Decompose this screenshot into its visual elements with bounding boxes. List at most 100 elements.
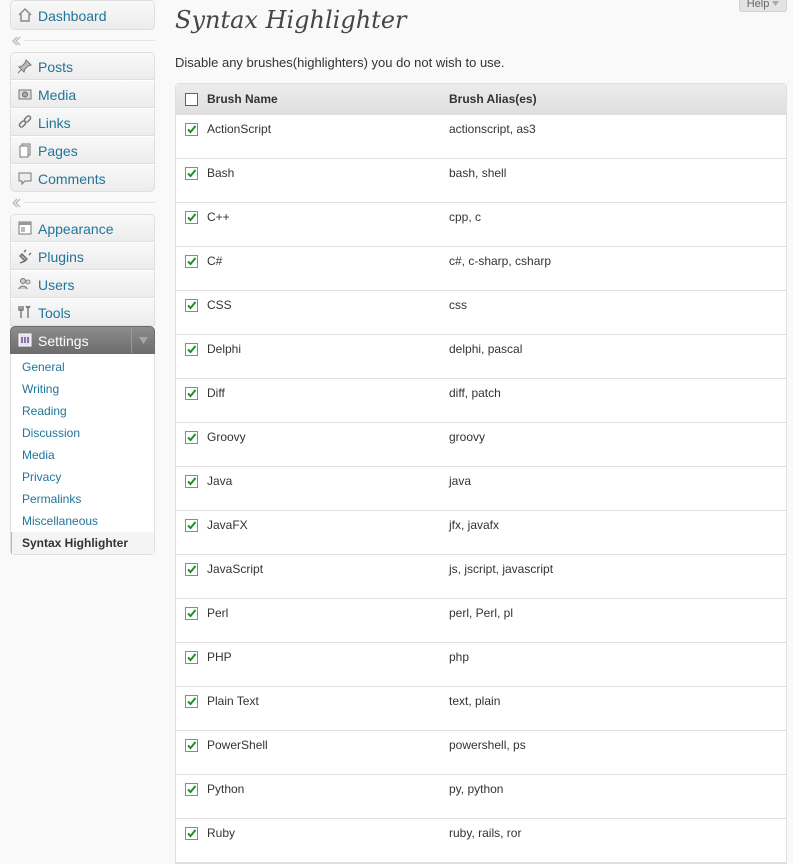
brush-checkbox[interactable] — [185, 519, 198, 532]
submenu-media[interactable]: Media — [11, 444, 154, 466]
table-body: ActionScript actionscript, as3 Bash bash, s… — [176, 115, 786, 863]
menu-plugins[interactable]: Plugins — [10, 242, 155, 270]
brush-checkbox[interactable] — [185, 475, 198, 488]
table-header: Brush Name Brush Alias(es) — [176, 84, 786, 115]
submenu-reading[interactable]: Reading — [11, 400, 154, 422]
table-row: Groovy groovy — [176, 423, 786, 467]
menu-separator[interactable] — [10, 192, 155, 214]
chain-link-icon — [17, 109, 33, 135]
menu-media[interactable]: Media — [10, 80, 155, 108]
brush-checkbox[interactable] — [185, 255, 198, 268]
brushes-table: Brush Name Brush Alias(es) ActionScript a… — [175, 83, 787, 864]
brush-alias: groovy — [449, 430, 486, 444]
collapse-arrows-icon — [12, 36, 21, 46]
brush-alias: text, plain — [449, 694, 501, 708]
menu-users[interactable]: Users — [10, 270, 155, 298]
table-row: PHP php — [176, 643, 786, 687]
checkmark-icon — [187, 477, 197, 486]
select-all-checkbox[interactable] — [185, 92, 198, 106]
table-row: JavaFX jfx, javafx — [176, 511, 786, 555]
brush-checkbox[interactable] — [185, 431, 198, 444]
brush-checkbox[interactable] — [185, 607, 198, 620]
submenu-writing[interactable]: Writing — [11, 378, 154, 400]
brush-checkbox[interactable] — [185, 299, 198, 312]
menu-group-admin: Appearance Plugins Users Tools Settings — [10, 214, 155, 555]
brush-name: Perl — [207, 606, 229, 620]
brush-checkbox[interactable] — [185, 563, 198, 576]
brush-alias: powershell, ps — [449, 738, 526, 752]
brush-name: Bash — [207, 166, 235, 180]
menu-tools[interactable]: Tools — [10, 298, 155, 326]
menu-comments[interactable]: Comments — [10, 164, 155, 192]
brush-checkbox[interactable] — [185, 123, 198, 136]
table-row: C# c#, c-sharp, csharp — [176, 247, 786, 291]
menu-posts[interactable]: Posts — [10, 52, 155, 80]
brush-name: Delphi — [207, 342, 242, 356]
collapse-arrows-icon — [12, 198, 21, 208]
settings-submenu: General Writing Reading Discussion Media… — [10, 354, 155, 555]
brush-checkbox[interactable] — [185, 211, 198, 224]
pages-icon — [17, 137, 33, 163]
brush-checkbox[interactable] — [185, 343, 198, 356]
menu-links-label: Links — [38, 115, 71, 131]
table-row: ActionScript actionscript, as3 — [176, 115, 786, 159]
brush-alias: perl, Perl, pl — [449, 606, 514, 620]
brush-name: Java — [207, 474, 233, 488]
brush-name: JavaFX — [207, 518, 248, 532]
menu-plugins-label: Plugins — [38, 249, 84, 265]
brush-alias: java — [449, 474, 472, 488]
checkmark-icon — [187, 301, 197, 310]
home-icon — [17, 1, 33, 29]
menu-pages[interactable]: Pages — [10, 136, 155, 164]
menu-group-content: Posts Media Links Pages Comments — [10, 52, 155, 192]
submenu-syntax-highlighter[interactable]: Syntax Highlighter — [11, 532, 154, 554]
menu-settings-label: Settings — [38, 333, 89, 349]
brush-checkbox[interactable] — [185, 783, 198, 796]
brush-checkbox[interactable] — [185, 739, 198, 752]
column-header-name[interactable]: Brush Name — [207, 92, 449, 106]
pin-icon — [17, 53, 33, 79]
page-title: Syntax Highlighter — [175, 6, 407, 34]
table-row: Perl perl, Perl, pl — [176, 599, 786, 643]
brush-checkbox[interactable] — [185, 651, 198, 664]
menu-links[interactable]: Links — [10, 108, 155, 136]
brush-checkbox[interactable] — [185, 387, 198, 400]
column-header-alias[interactable]: Brush Alias(es) — [449, 92, 786, 106]
menu-separator[interactable] — [10, 30, 155, 52]
brush-alias: actionscript, as3 — [449, 122, 536, 136]
brush-checkbox[interactable] — [185, 695, 198, 708]
menu-appearance[interactable]: Appearance — [10, 214, 155, 242]
submenu-discussion[interactable]: Discussion — [11, 422, 154, 444]
checkmark-icon — [187, 741, 197, 750]
brush-name: ActionScript — [207, 122, 272, 136]
brush-name: JavaScript — [207, 562, 264, 576]
menu-settings[interactable]: Settings — [10, 326, 155, 354]
menu-posts-label: Posts — [38, 59, 74, 75]
checkmark-icon — [187, 653, 197, 662]
checkmark-icon — [187, 697, 197, 706]
menu-pages-label: Pages — [38, 143, 78, 159]
brush-alias: php — [449, 650, 470, 664]
users-icon — [17, 271, 33, 297]
brush-alias: jfx, javafx — [449, 518, 500, 532]
chevron-down-icon[interactable] — [131, 327, 154, 353]
submenu-general[interactable]: General — [11, 356, 154, 378]
media-icon — [17, 81, 33, 107]
submenu-miscellaneous[interactable]: Miscellaneous — [11, 510, 154, 532]
plug-icon — [17, 243, 33, 269]
brush-alias: diff, patch — [449, 386, 501, 400]
checkmark-icon — [187, 521, 197, 530]
brush-name: Plain Text — [207, 694, 259, 708]
submenu-privacy[interactable]: Privacy — [11, 466, 154, 488]
menu-tools-label: Tools — [38, 305, 71, 321]
brush-checkbox[interactable] — [185, 827, 198, 840]
brush-alias: c#, c-sharp, csharp — [449, 254, 552, 268]
chevron-down-icon — [772, 1, 780, 6]
checkmark-icon — [187, 213, 197, 222]
brush-name: CSS — [207, 298, 232, 312]
menu-dashboard[interactable]: Dashboard — [10, 0, 155, 30]
brush-checkbox[interactable] — [185, 167, 198, 180]
table-row: Bash bash, shell — [176, 159, 786, 203]
submenu-permalinks[interactable]: Permalinks — [11, 488, 154, 510]
help-tab[interactable]: Help — [739, 0, 787, 12]
